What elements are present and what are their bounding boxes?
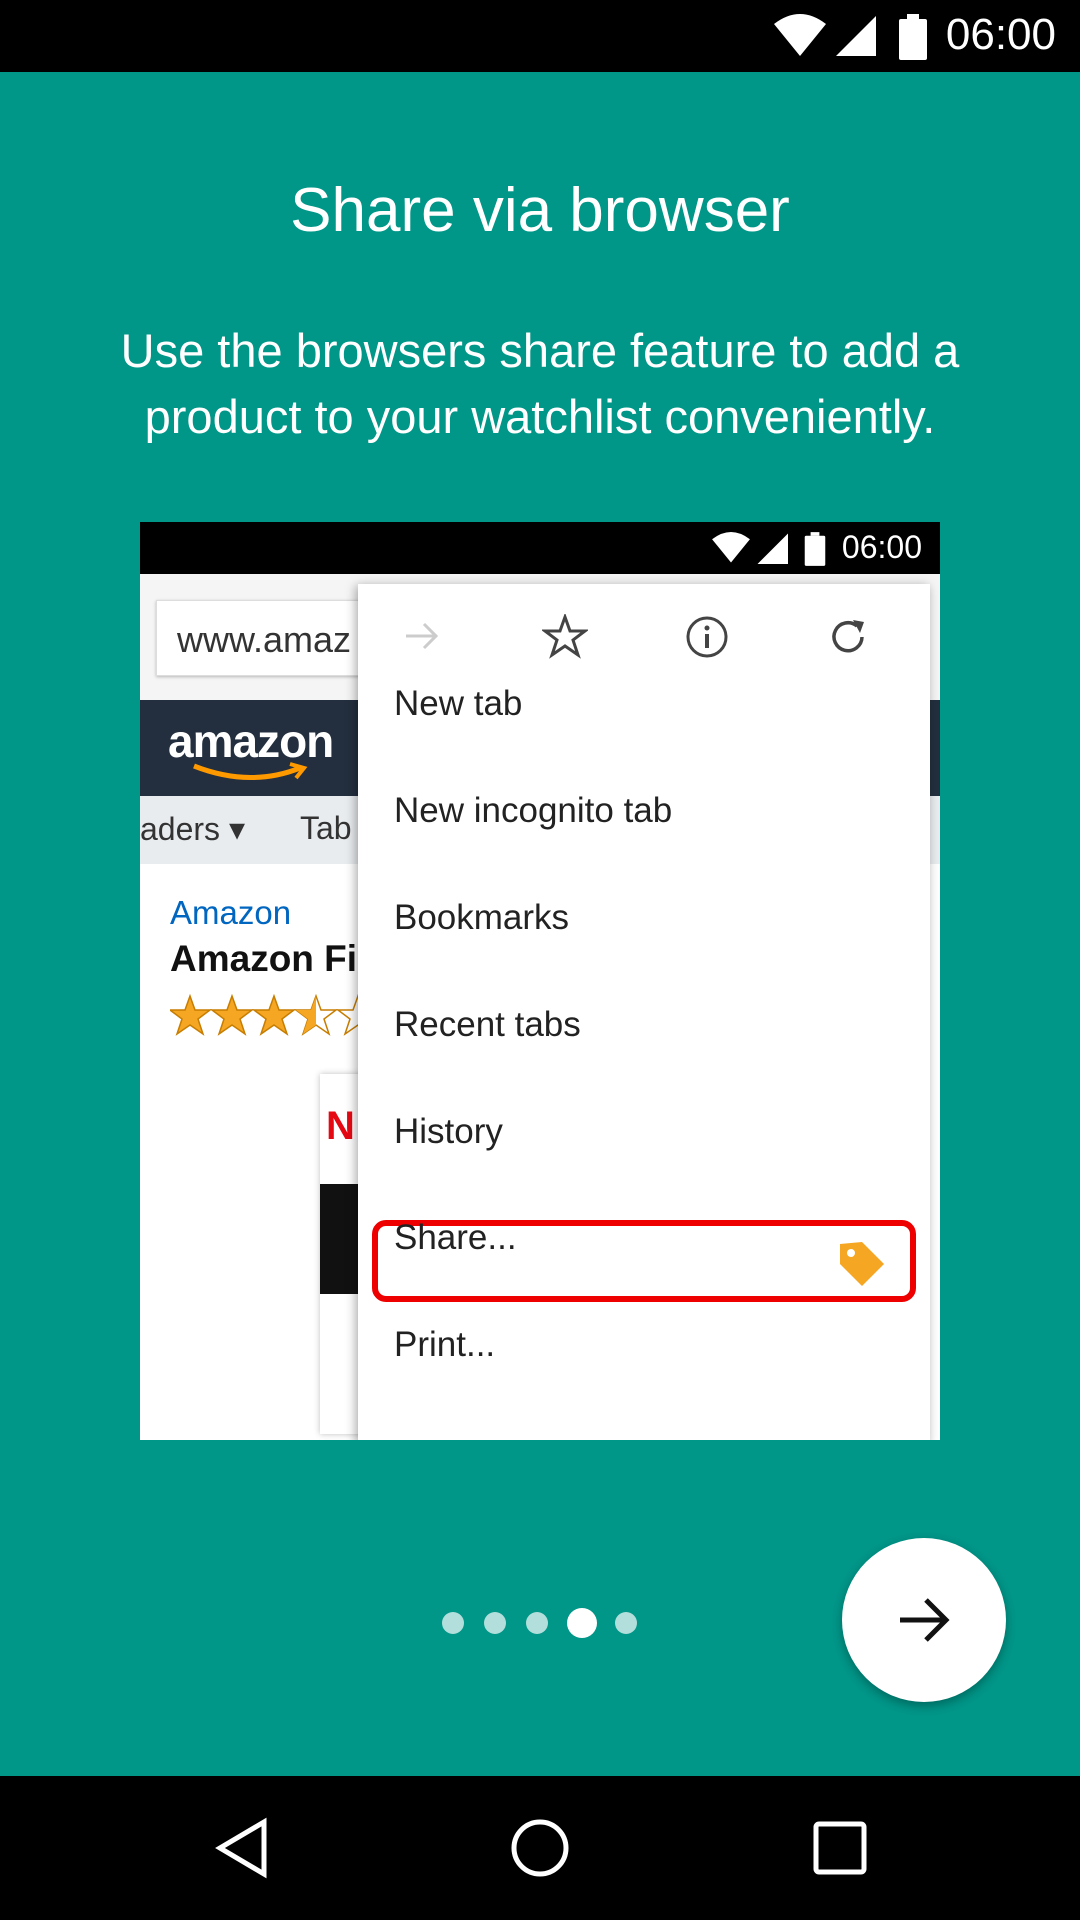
- menu-item-new-tab: New tab: [394, 684, 523, 723]
- browser-overflow-menu: New tab New incognito tab Bookmarks Rece…: [358, 584, 930, 1440]
- next-button[interactable]: [842, 1538, 1006, 1702]
- menu-item-print: Print...: [394, 1325, 496, 1364]
- illustration-status-bar: 06:00: [140, 522, 940, 574]
- page-dot: [526, 1612, 548, 1634]
- page-title: Share via browser: [290, 176, 790, 245]
- amazon-smile-icon: [193, 762, 308, 781]
- subnav-item: Tab: [300, 810, 352, 846]
- navigation-bar: [0, 1776, 1080, 1920]
- url-text: www.amaz: [177, 619, 352, 660]
- cellular-signal-icon: [836, 16, 876, 56]
- home-icon[interactable]: [508, 1816, 572, 1880]
- star-icon: [251, 994, 297, 1036]
- star-icon: [209, 994, 255, 1036]
- menu-item-share: Share...: [394, 1218, 517, 1257]
- page-dot: [442, 1612, 464, 1634]
- illustration-status-time: 06:00: [841, 529, 922, 565]
- menu-item-new-incognito-tab: New incognito tab: [394, 791, 673, 830]
- wifi-icon: [774, 14, 826, 56]
- status-bar: 06:00: [0, 0, 1080, 72]
- subnav-item: aders ▾: [140, 811, 245, 847]
- forward-arrow-icon: [406, 622, 439, 650]
- page-dot: [484, 1612, 506, 1634]
- battery-icon: [804, 532, 826, 566]
- star-icon: [170, 994, 213, 1036]
- menu-item-recent-tabs: Recent tabs: [394, 1005, 581, 1044]
- star-icon: [542, 614, 588, 659]
- page-description: Use the browsers share feature to add a …: [120, 324, 960, 443]
- battery-icon: [899, 14, 927, 60]
- price-tag-icon: [840, 1242, 884, 1286]
- wifi-icon: [712, 532, 750, 563]
- amazon-logo: amazon: [168, 715, 334, 767]
- recents-icon[interactable]: [808, 1816, 872, 1880]
- info-icon: [686, 616, 728, 658]
- menu-item-bookmarks: Bookmarks: [394, 898, 570, 937]
- rating-stars: [170, 994, 370, 1036]
- page-dot-active: [567, 1608, 597, 1638]
- back-icon[interactable]: [210, 1816, 274, 1880]
- page-dot: [615, 1612, 637, 1634]
- product-name: Amazon Fi: [170, 938, 358, 979]
- cellular-signal-icon: [757, 533, 788, 564]
- brand-link: Amazon: [170, 894, 292, 931]
- refresh-icon: [832, 620, 864, 653]
- browser-share-illustration: 06:00 www.amaz amazon aders ▾ Tab Amazon…: [140, 522, 940, 1440]
- arrow-right-icon: [900, 1598, 950, 1642]
- menu-item-history: History: [394, 1112, 503, 1151]
- status-time: 06:00: [945, 10, 1056, 59]
